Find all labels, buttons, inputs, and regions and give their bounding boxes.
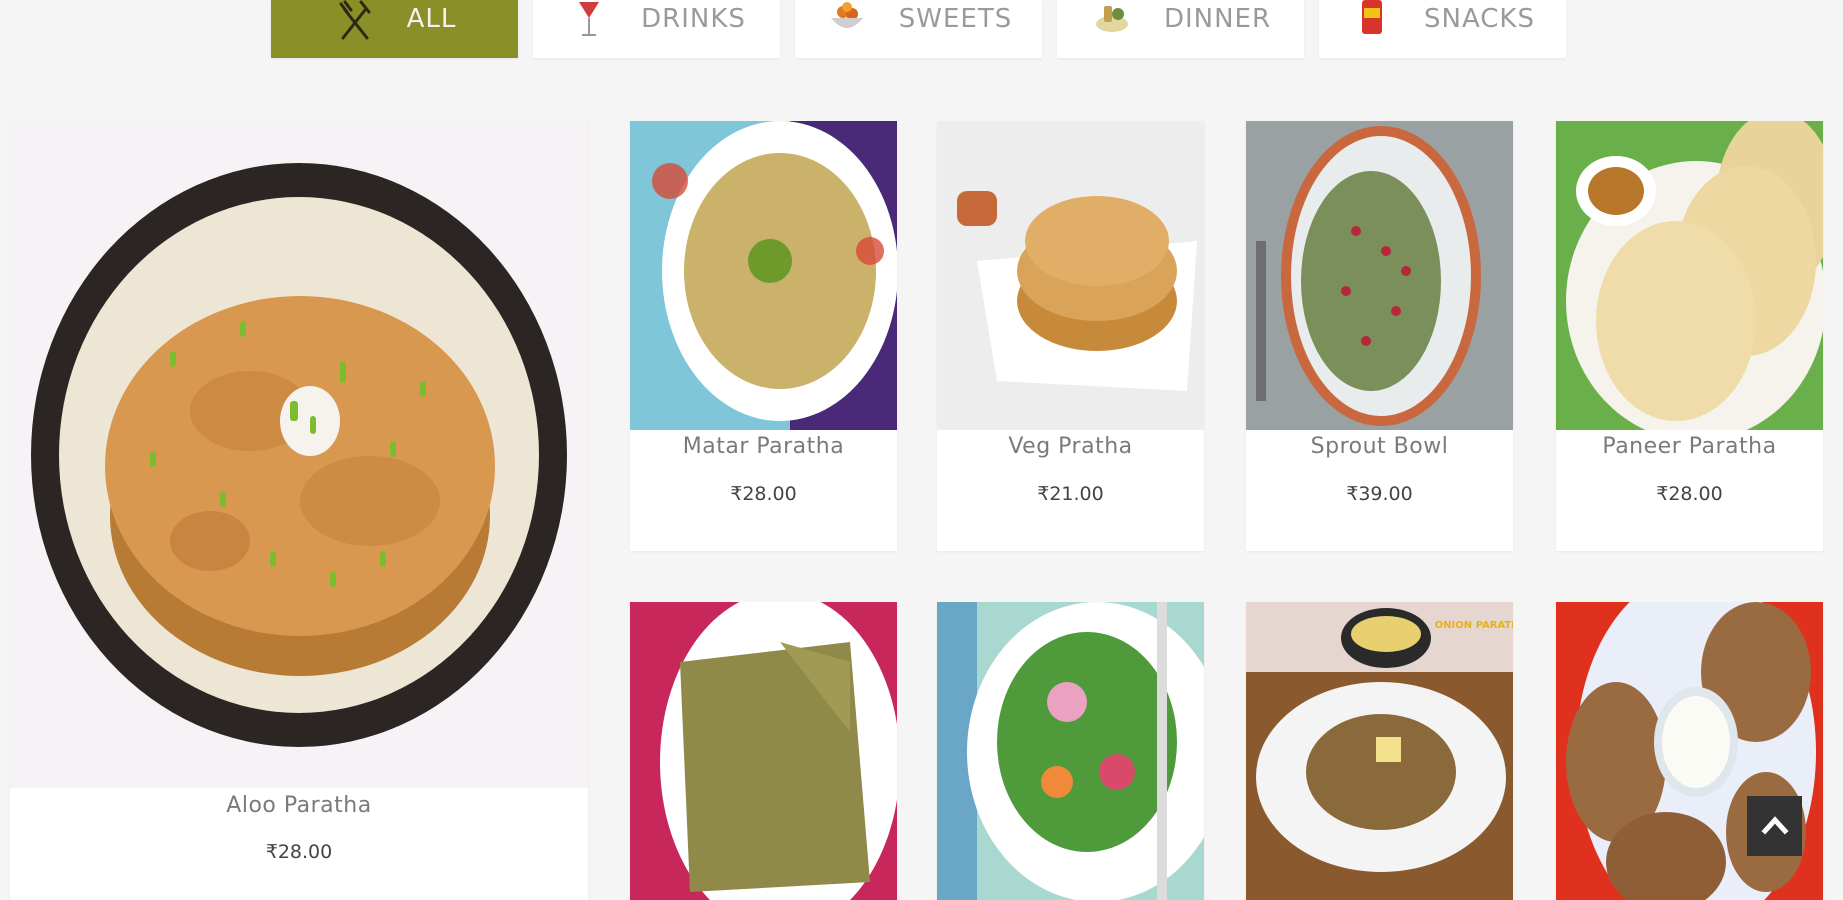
tab-label: Snacks bbox=[1424, 4, 1535, 34]
product-price: ₹28.00 bbox=[265, 841, 333, 863]
product-name[interactable]: Matar Paratha bbox=[630, 434, 897, 459]
tab-all[interactable]: All bbox=[271, 0, 518, 58]
tab-dinner[interactable]: Dinner bbox=[1057, 0, 1304, 58]
tab-sweets[interactable]: Sweets bbox=[795, 0, 1042, 58]
matar-paratha-photo[interactable] bbox=[630, 121, 897, 430]
product-card[interactable]: ONION PARATHA bbox=[1246, 602, 1513, 900]
product-name[interactable]: Sprout Bowl bbox=[1246, 434, 1513, 459]
featured-product-card[interactable]: Aloo Paratha ₹28.00 bbox=[10, 121, 588, 900]
product-name[interactable]: Veg Pratha bbox=[937, 434, 1204, 459]
scroll-to-top-button[interactable] bbox=[1747, 796, 1802, 856]
veg-pratha-photo[interactable] bbox=[937, 121, 1204, 430]
tab-label: Drinks bbox=[641, 4, 746, 34]
snack-packet-icon bbox=[1362, 0, 1382, 34]
tab-snacks[interactable]: Snacks bbox=[1319, 0, 1566, 58]
sprout-bowl-photo[interactable] bbox=[1246, 121, 1513, 430]
product-card[interactable] bbox=[630, 602, 897, 900]
product-card[interactable]: Veg Pratha ₹21.00 bbox=[937, 121, 1204, 551]
product-price: ₹28.00 bbox=[1656, 483, 1723, 505]
aloo-paratha-photo[interactable] bbox=[10, 121, 588, 788]
product-name[interactable]: Paneer Paratha bbox=[1556, 434, 1823, 459]
cocktail-glass-icon bbox=[579, 2, 600, 36]
photo-caption: ONION PARATHA bbox=[1435, 620, 1513, 631]
product-card[interactable]: Matar Paratha ₹28.00 bbox=[630, 121, 897, 551]
product-price: ₹39.00 bbox=[1346, 483, 1413, 505]
methi-paratha-photo[interactable] bbox=[630, 602, 897, 900]
tab-label: All bbox=[406, 4, 457, 34]
salad-bowl-photo[interactable] bbox=[937, 602, 1204, 900]
chevron-up-icon bbox=[1760, 816, 1789, 835]
dinner-plate-icon bbox=[1095, 6, 1128, 32]
fork-knife-icon bbox=[339, 0, 371, 40]
product-card[interactable] bbox=[937, 602, 1204, 900]
tab-label: Dinner bbox=[1163, 4, 1272, 34]
product-name[interactable]: Aloo Paratha bbox=[10, 793, 588, 818]
tab-label: Sweets bbox=[898, 4, 1013, 34]
tab-drinks[interactable]: Drinks bbox=[533, 0, 780, 58]
product-price: ₹21.00 bbox=[1037, 483, 1104, 505]
sweets-bowl-icon bbox=[830, 2, 863, 28]
product-card[interactable]: Paneer Paratha ₹28.00 bbox=[1556, 121, 1823, 551]
onion-paratha-photo[interactable]: ONION PARATHA bbox=[1246, 602, 1513, 900]
product-price: ₹28.00 bbox=[730, 483, 797, 505]
paneer-paratha-photo[interactable] bbox=[1556, 121, 1823, 430]
product-card[interactable]: Sprout Bowl ₹39.00 bbox=[1246, 121, 1513, 551]
